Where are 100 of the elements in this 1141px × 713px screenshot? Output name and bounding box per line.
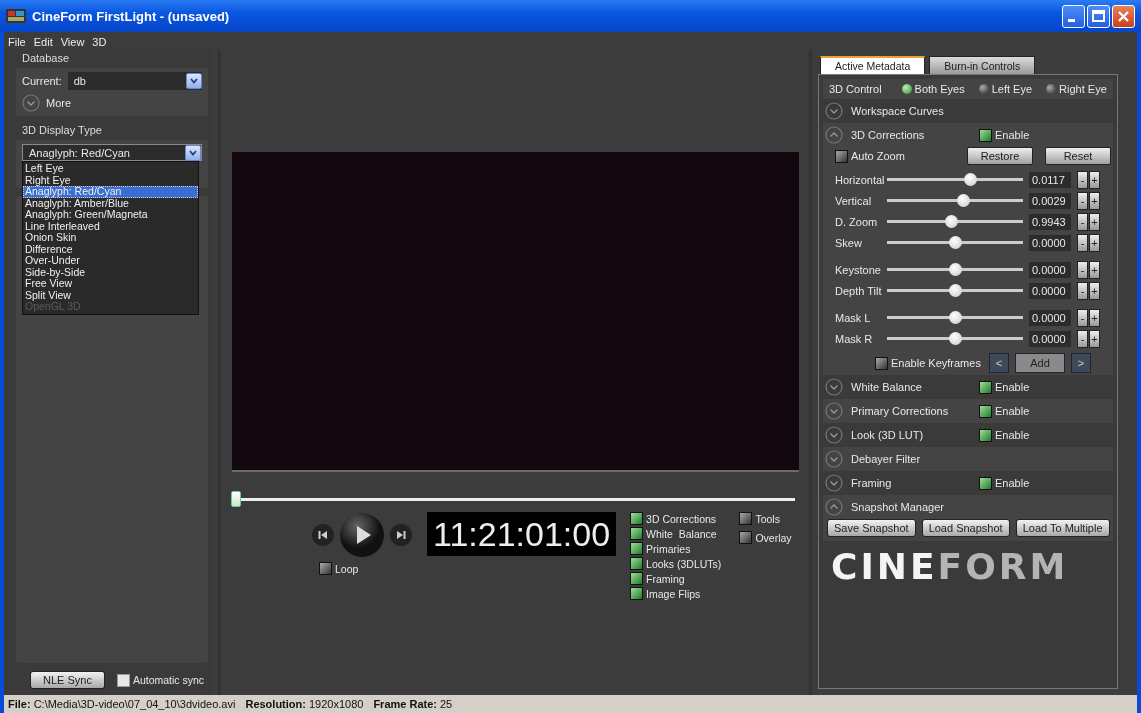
checkbox[interactable] xyxy=(630,557,644,570)
checkbox[interactable] xyxy=(630,572,644,585)
increment-button[interactable]: + xyxy=(1089,281,1100,300)
dropdown-option[interactable]: Side-by-Side xyxy=(23,266,198,278)
menu-item[interactable]: File xyxy=(8,36,26,48)
dropdown-option[interactable]: Right Eye xyxy=(23,174,198,186)
minimize-icon[interactable] xyxy=(1062,4,1085,28)
increment-button[interactable]: + xyxy=(1089,191,1100,210)
dropdown-option[interactable]: Line Interleaved xyxy=(23,220,198,232)
reset-button[interactable]: Reset xyxy=(1045,147,1111,165)
decrement-button[interactable]: - xyxy=(1077,329,1088,348)
value-field[interactable]: 0.0000 xyxy=(1029,234,1071,251)
checkbox[interactable] xyxy=(630,542,644,555)
tab[interactable]: Burn-in Controls xyxy=(929,56,1036,74)
radio-button[interactable] xyxy=(1046,84,1057,94)
decrement-button[interactable]: - xyxy=(1077,191,1088,210)
dropdown-option[interactable]: Left Eye xyxy=(23,163,198,175)
value-field[interactable]: 0.0000 xyxy=(1029,309,1071,326)
radio-button[interactable] xyxy=(978,84,989,94)
checkbox[interactable] xyxy=(979,428,992,442)
maximize-icon[interactable] xyxy=(1087,4,1110,28)
section-title[interactable]: Snapshot Manager xyxy=(851,501,971,513)
skip-back-icon[interactable] xyxy=(311,523,335,547)
section-title[interactable]: Workspace Curves xyxy=(851,105,971,117)
checkbox[interactable] xyxy=(319,562,332,575)
decrement-button[interactable]: - xyxy=(1077,281,1088,300)
chevron-down-icon[interactable] xyxy=(185,144,201,161)
menu-item[interactable]: 3D xyxy=(92,36,107,48)
section-title[interactable]: White Balance xyxy=(851,381,971,393)
dropdown-option[interactable]: Free View xyxy=(23,278,198,290)
increment-button[interactable]: + xyxy=(1089,260,1100,279)
restore-button[interactable]: Restore xyxy=(967,147,1033,165)
menu-item[interactable]: View xyxy=(60,36,85,48)
checkbox[interactable] xyxy=(630,527,644,540)
slider-thumb[interactable] xyxy=(949,332,962,345)
expand-icon[interactable] xyxy=(825,474,843,492)
dropdown-option[interactable]: Over-Under xyxy=(23,255,198,267)
snapshot-button[interactable]: Save Snapshot xyxy=(827,519,916,537)
slider-thumb[interactable] xyxy=(944,215,958,228)
checkbox[interactable] xyxy=(875,356,888,370)
slider-thumb[interactable] xyxy=(949,236,962,249)
checkbox[interactable] xyxy=(630,512,644,525)
slider-thumb[interactable] xyxy=(949,284,962,297)
database-dropdown[interactable]: db xyxy=(67,72,202,90)
slider-thumb[interactable] xyxy=(949,311,962,324)
tab[interactable]: Active Metadata xyxy=(820,56,926,74)
previous-keyframe-button[interactable]: < xyxy=(989,353,1009,373)
slider-thumb[interactable] xyxy=(963,173,977,186)
increment-button[interactable]: + xyxy=(1089,308,1100,327)
checkbox[interactable] xyxy=(630,587,644,600)
increment-button[interactable]: + xyxy=(1089,233,1100,252)
section-title[interactable]: Look (3D LUT) xyxy=(851,429,971,441)
close-icon[interactable] xyxy=(1112,4,1135,28)
radio-button[interactable] xyxy=(901,84,912,94)
decrement-button[interactable]: - xyxy=(1077,170,1088,189)
display-type-dropdown[interactable]: Anaglyph: Red/Cyan xyxy=(22,144,202,161)
next-keyframe-button[interactable]: > xyxy=(1071,353,1091,373)
slider-thumb[interactable] xyxy=(949,263,962,276)
play-icon[interactable] xyxy=(339,512,385,558)
decrement-button[interactable]: - xyxy=(1077,308,1088,327)
dropdown-option[interactable]: Anaglyph: Green/Magneta xyxy=(23,209,198,221)
timeline-handle[interactable] xyxy=(231,491,241,507)
dropdown-option[interactable]: Onion Skin xyxy=(23,232,198,244)
nle-sync-button[interactable]: NLE Sync xyxy=(30,671,105,689)
snapshot-button[interactable]: Load Snapshot xyxy=(921,519,1010,537)
decrement-button[interactable]: - xyxy=(1077,212,1088,231)
dropdown-option[interactable]: Anaglyph: Amber/Blue xyxy=(23,197,198,209)
section-title[interactable]: 3D Corrections xyxy=(851,129,971,141)
value-field[interactable]: 0.0000 xyxy=(1029,282,1071,299)
expand-icon[interactable] xyxy=(825,102,843,120)
increment-button[interactable]: + xyxy=(1089,329,1100,348)
dropdown-option[interactable]: Split View xyxy=(23,289,198,301)
value-field[interactable]: 0.0000 xyxy=(1029,261,1071,278)
decrement-button[interactable]: - xyxy=(1077,260,1088,279)
expand-icon[interactable] xyxy=(825,426,843,444)
checkbox[interactable] xyxy=(979,380,992,394)
value-field[interactable]: 0.0000 xyxy=(1029,330,1071,347)
expander-label[interactable]: More xyxy=(46,97,72,109)
dropdown-option[interactable]: Anaglyph: Red/Cyan xyxy=(23,186,198,198)
value-field[interactable]: 0.9943 xyxy=(1029,213,1071,230)
menu-item[interactable]: Edit xyxy=(33,36,53,48)
chevron-down-icon[interactable] xyxy=(186,73,202,89)
dropdown-option[interactable]: Difference xyxy=(23,243,198,255)
checkbox[interactable] xyxy=(979,476,992,490)
skip-forward-icon[interactable] xyxy=(389,523,413,547)
value-field[interactable]: 0.0029 xyxy=(1029,192,1071,209)
decrement-button[interactable]: - xyxy=(1077,233,1088,252)
checkbox[interactable] xyxy=(739,512,753,525)
add-keyframe-button[interactable]: Add xyxy=(1015,353,1065,373)
checkbox[interactable] xyxy=(739,531,753,544)
checkbox[interactable] xyxy=(979,404,992,418)
slider-thumb[interactable] xyxy=(957,194,971,207)
snapshot-button[interactable]: Load To Multiple xyxy=(1015,519,1110,537)
value-field[interactable]: 0.0117 xyxy=(1029,171,1071,188)
checkbox[interactable] xyxy=(979,128,992,142)
section-title[interactable]: Framing xyxy=(851,477,971,489)
checkbox[interactable] xyxy=(116,673,130,687)
increment-button[interactable]: + xyxy=(1089,212,1100,231)
checkbox[interactable] xyxy=(835,149,848,163)
increment-button[interactable]: + xyxy=(1089,170,1100,189)
